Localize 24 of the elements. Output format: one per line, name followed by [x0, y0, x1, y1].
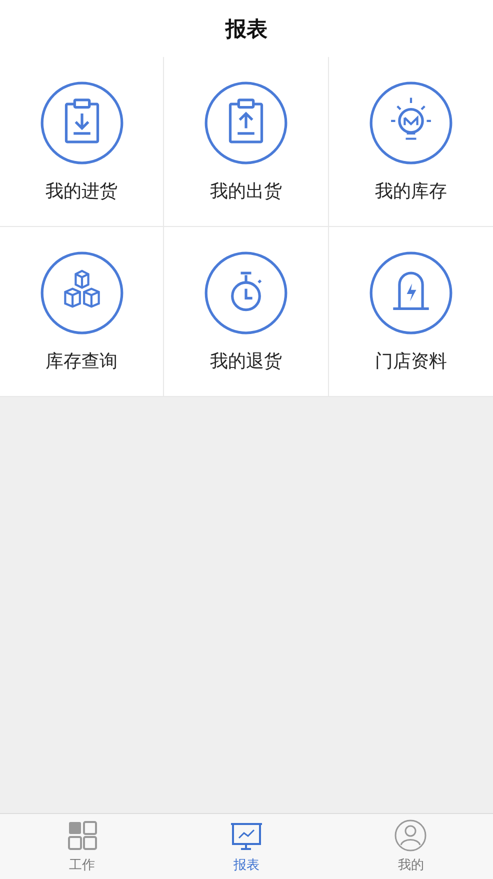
tile-label: 我的出货 — [210, 180, 282, 202]
download-icon — [40, 80, 124, 164]
tile-label: 门店资料 — [374, 350, 447, 372]
boxes-icon — [40, 250, 124, 334]
tile-label: 库存查询 — [46, 350, 118, 372]
grid-icon — [66, 819, 99, 852]
tile-label: 我的进货 — [46, 180, 118, 202]
menu-tile[interactable]: 门店资料 — [328, 227, 493, 397]
tab-bar-item[interactable]: 工作 — [0, 814, 164, 879]
menu-tile[interactable]: 我的退货 — [164, 227, 329, 397]
tile-label: 我的退货 — [210, 350, 282, 372]
gate-icon — [368, 250, 453, 334]
tab-bar-item[interactable]: 报表 — [164, 814, 329, 879]
user-icon — [394, 819, 428, 852]
menu-tile[interactable]: 库存查询 — [0, 227, 164, 397]
upload-icon — [204, 80, 288, 164]
menu-tile[interactable]: 我的出货 — [164, 57, 329, 227]
tile-label: 我的库存 — [374, 180, 447, 202]
page-title: 报表 — [226, 16, 268, 42]
menu-tile[interactable]: 我的库存 — [328, 57, 493, 227]
bulb-icon — [368, 80, 453, 164]
stopwatch-icon — [204, 250, 288, 334]
tab-bar-item[interactable]: 我的 — [328, 814, 493, 879]
menu-tile[interactable]: 我的进货 — [0, 57, 164, 227]
